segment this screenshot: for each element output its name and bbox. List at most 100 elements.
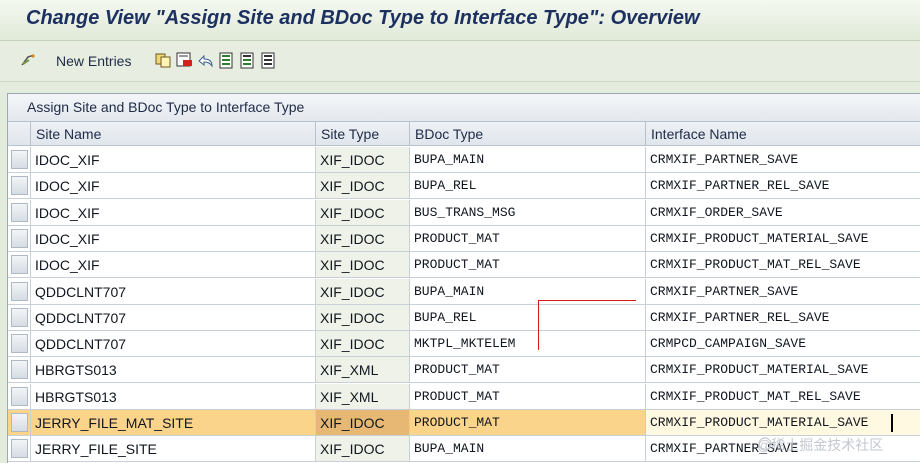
bdoc-type-field[interactable]: BUS_TRANS_MSG	[410, 199, 646, 226]
site-name-field[interactable]: JERRY_FILE_SITE	[31, 436, 316, 463]
title-bar: Change View "Assign Site and BDoc Type t…	[0, 0, 920, 41]
table-control: Assign Site and BDoc Type to Interface T…	[7, 93, 920, 463]
site-name-field[interactable]: QDDCLNT707	[31, 304, 316, 331]
table-row[interactable]: IDOC_XIF XIF_IDOC BUS_TRANS_MSG CRMXIF_ORDE…	[8, 199, 920, 226]
interface-name-field[interactable]: CRMXIF_PARTNER_REL_SAVE	[646, 305, 920, 331]
row-selector-button[interactable]	[8, 304, 31, 331]
bdoc-type-field[interactable]: PRODUCT_MAT	[410, 357, 646, 384]
site-name-field[interactable]: HBRGTS013	[31, 357, 316, 384]
site-name-field[interactable]: HBRGTS013	[31, 383, 316, 410]
row-selector-button[interactable]	[8, 252, 31, 279]
row-selector-button[interactable]	[8, 383, 31, 410]
row-select-handle[interactable]	[11, 176, 28, 196]
interface-name-field[interactable]: CRMXIF_PARTNER_REL_SAVE	[646, 173, 920, 200]
interface-name-field[interactable]: CRMXIF_PRODUCT_MATERIAL_SAVE	[646, 226, 920, 252]
row-selector-button[interactable]	[8, 278, 31, 305]
table-row[interactable]: JERRY_FILE_MAT_SITE XIF_IDOC PRODUCT_MAT CR…	[8, 410, 920, 436]
row-select-handle[interactable]	[11, 360, 28, 380]
site-type-field[interactable]: XIF_IDOC	[316, 173, 410, 200]
row-select-handle[interactable]	[11, 413, 28, 432]
row-select-handle[interactable]	[11, 334, 28, 354]
site-name-field[interactable]: IDOC_XIF	[31, 147, 316, 173]
table-header: Site Name Site Type BDoc Type Interface …	[8, 122, 920, 146]
column-header-site-name[interactable]: Site Name	[31, 122, 316, 146]
row-select-handle[interactable]	[11, 439, 28, 459]
interface-name-field[interactable]: CRMXIF_ORDER_SAVE	[646, 200, 920, 226]
site-name-field[interactable]: QDDCLNT707	[31, 278, 316, 305]
site-type-field[interactable]: XIF_XML	[316, 383, 410, 410]
row-selector-button[interactable]	[8, 436, 31, 463]
table-row[interactable]: QDDCLNT707 XIF_IDOC BUPA_REL CRMXIF_PARTNER…	[8, 304, 920, 331]
row-selector-button[interactable]	[8, 147, 31, 173]
site-name-field[interactable]: JERRY_FILE_MAT_SITE	[31, 410, 316, 436]
undo-icon[interactable]	[197, 52, 214, 69]
row-select-handle[interactable]	[11, 307, 28, 327]
glasses-icon[interactable]	[20, 52, 37, 69]
bdoc-type-field[interactable]: PRODUCT_MAT	[410, 383, 646, 410]
row-select-handle[interactable]	[11, 202, 28, 222]
site-name-field[interactable]: IDOC_XIF	[31, 252, 316, 279]
table-row[interactable]: QDDCLNT707 XIF_IDOC MKTPL_MKTELEM CRMPCD_CA…	[8, 331, 920, 358]
table-title: Assign Site and BDoc Type to Interface T…	[27, 99, 305, 115]
interface-name-field[interactable]: CRMPCD_CAMPAIGN_SAVE	[646, 331, 920, 358]
site-type-field[interactable]: XIF_IDOC	[316, 278, 410, 305]
interface-name-field[interactable]: CRMXIF_PARTNER_SAVE	[646, 147, 920, 173]
site-type-field[interactable]: XIF_IDOC	[316, 331, 410, 358]
new-entries-button[interactable]: New Entries	[56, 53, 131, 69]
table-row[interactable]: IDOC_XIF XIF_IDOC PRODUCT_MAT CRMXIF_PRODUC…	[8, 225, 920, 252]
site-name-field[interactable]: IDOC_XIF	[31, 199, 316, 226]
bdoc-type-field[interactable]: PRODUCT_MAT	[410, 252, 646, 279]
bdoc-type-field[interactable]: BUPA_MAIN	[410, 147, 646, 173]
site-type-field[interactable]: XIF_IDOC	[316, 225, 410, 252]
site-type-field[interactable]: XIF_IDOC	[316, 199, 410, 226]
select-all-rows-button[interactable]	[8, 122, 31, 146]
site-name-field[interactable]: IDOC_XIF	[31, 173, 316, 200]
bdoc-type-field[interactable]: BUPA_REL	[410, 173, 646, 200]
row-select-handle[interactable]	[11, 281, 28, 301]
interface-name-field[interactable]: CRMXIF_PRODUCT_MATERIAL_SAVE	[646, 357, 920, 384]
site-type-field[interactable]: XIF_IDOC	[316, 410, 410, 436]
table-row[interactable]: HBRGTS013 XIF_XML PRODUCT_MAT CRMXIF_PRODUC…	[8, 383, 920, 410]
table-row[interactable]: IDOC_XIF XIF_IDOC BUPA_REL CRMXIF_PARTNER_R…	[8, 173, 920, 200]
bdoc-type-field[interactable]: BUPA_MAIN	[410, 436, 646, 463]
deselect-all-icon[interactable]	[260, 52, 277, 69]
site-type-field[interactable]: XIF_IDOC	[316, 252, 410, 279]
site-type-field[interactable]: XIF_IDOC	[316, 147, 410, 173]
copy-icon[interactable]	[155, 52, 172, 69]
bdoc-type-field[interactable]: MKTPL_MKTELEM	[410, 331, 646, 358]
watermark: @稀土掘金技术社区	[757, 437, 884, 453]
row-select-handle[interactable]	[11, 228, 28, 248]
row-selector-button[interactable]	[8, 357, 31, 384]
interface-name-field[interactable]: CRMXIF_PRODUCT_MAT_REL_SAVE	[646, 384, 920, 410]
table-row[interactable]: HBRGTS013 XIF_XML PRODUCT_MAT CRMXIF_PRODUC…	[8, 357, 920, 384]
bdoc-type-field[interactable]: PRODUCT_MAT	[410, 410, 646, 436]
bdoc-type-field[interactable]: PRODUCT_MAT	[410, 225, 646, 252]
column-header-site-type[interactable]: Site Type	[316, 122, 410, 146]
table-row[interactable]: QDDCLNT707 XIF_IDOC BUPA_MAIN CRMXIF_PARTNE…	[8, 278, 920, 305]
row-selector-button[interactable]	[8, 225, 31, 252]
table-row[interactable]: IDOC_XIF XIF_IDOC PRODUCT_MAT CRMXIF_PRODUC…	[8, 252, 920, 279]
table-row[interactable]: IDOC_XIF XIF_IDOC BUPA_MAIN CRMXIF_PARTNER_…	[8, 147, 920, 173]
application-toolbar: New Entries	[0, 41, 920, 82]
row-selector-button[interactable]	[8, 410, 31, 436]
row-select-handle[interactable]	[11, 150, 28, 169]
site-type-field[interactable]: XIF_IDOC	[316, 436, 410, 463]
interface-name-field[interactable]: CRMXIF_PRODUCT_MATERIAL_SAVE	[646, 410, 920, 436]
row-selector-button[interactable]	[8, 173, 31, 200]
select-all-icon[interactable]	[218, 52, 235, 69]
interface-name-field[interactable]: CRMXIF_PARTNER_SAVE	[646, 279, 920, 305]
row-selector-button[interactable]	[8, 331, 31, 358]
select-block-icon[interactable]	[239, 52, 256, 69]
delete-icon[interactable]	[176, 52, 193, 69]
site-type-field[interactable]: XIF_IDOC	[316, 304, 410, 331]
row-select-handle[interactable]	[11, 386, 28, 406]
site-type-field[interactable]: XIF_XML	[316, 357, 410, 384]
row-select-handle[interactable]	[11, 255, 28, 275]
site-name-field[interactable]: IDOC_XIF	[31, 225, 316, 252]
column-header-interface-name[interactable]: Interface Name	[646, 122, 920, 146]
column-header-bdoc-type[interactable]: BDoc Type	[410, 122, 646, 146]
row-selector-button[interactable]	[8, 199, 31, 226]
site-name-field[interactable]: QDDCLNT707	[31, 331, 316, 358]
interface-name-field[interactable]: CRMXIF_PRODUCT_MAT_REL_SAVE	[646, 252, 920, 279]
bdoc-type-field[interactable]: BUPA_REL	[410, 304, 646, 331]
